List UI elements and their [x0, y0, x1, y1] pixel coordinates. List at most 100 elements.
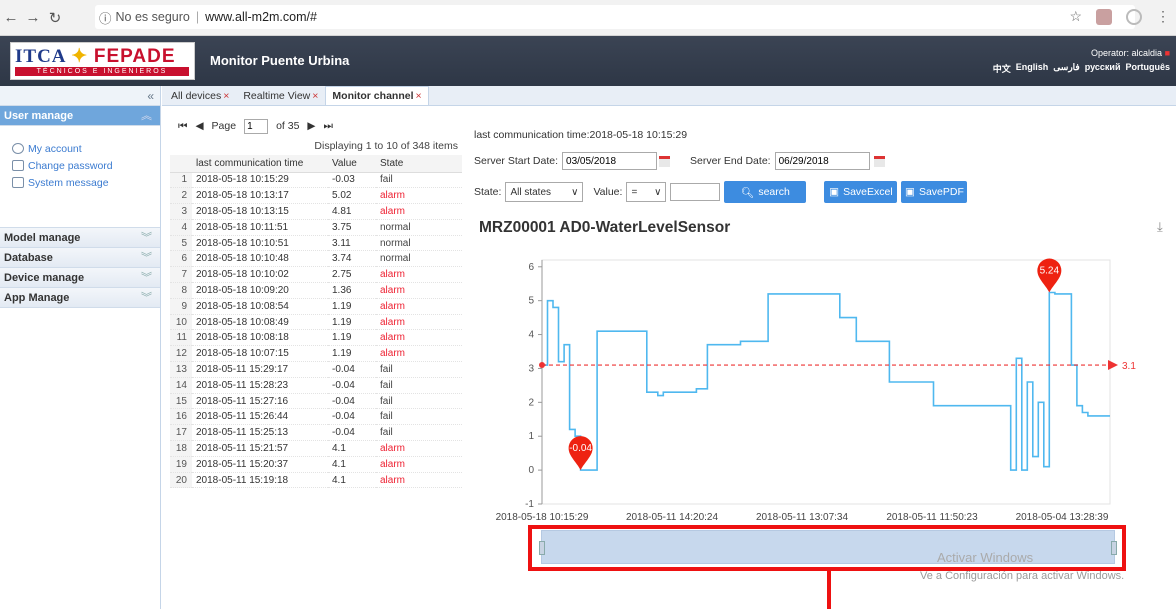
calendar-icon[interactable]: [659, 155, 671, 167]
cell-state: normal: [376, 235, 462, 252]
security-label: No es seguro: [115, 10, 190, 24]
menu-dots-icon[interactable]: ⋮: [1156, 8, 1170, 25]
row-number: 19: [170, 456, 192, 473]
y-tick-label: 3: [528, 363, 534, 374]
records-table: last communication time Value State 1 201…: [170, 155, 462, 489]
info-icon[interactable]: ⓘ: [99, 8, 112, 27]
table-row[interactable]: 7 2018-05-18 10:10:02 2.75 alarm: [170, 266, 462, 284]
page-input[interactable]: [244, 118, 269, 134]
cell-value: 3.75: [328, 219, 376, 236]
row-number: 15: [170, 393, 192, 410]
save-excel-button[interactable]: ▣ SaveExcel: [824, 181, 898, 203]
next-page-icon[interactable]: ▶: [307, 120, 315, 132]
panel-model-manage[interactable]: Model manage ︾: [0, 228, 160, 248]
profile-icon[interactable]: [1126, 8, 1142, 25]
table-row[interactable]: 10 2018-05-18 10:08:49 1.19 alarm: [170, 314, 462, 331]
table-row[interactable]: 11 2018-05-18 10:08:18 1.19 alarm: [170, 329, 462, 347]
menu-my-account[interactable]: My account: [12, 140, 160, 157]
tab-realtime-view[interactable]: Realtime View ×: [236, 86, 325, 105]
cell-time: 2018-05-18 10:10:51: [192, 235, 328, 252]
col-time-header[interactable]: last communication time: [192, 155, 328, 173]
search-button[interactable]: 🔍︎ search: [724, 181, 807, 203]
table-row[interactable]: 14 2018-05-11 15:28:23 -0.04 fail: [170, 377, 462, 394]
table-row[interactable]: 16 2018-05-11 15:26:44 -0.04 fail: [170, 408, 462, 426]
browser-toolbar: ← → ↻ ⓘ No es seguro | www.all-m2m.com/#…: [0, 0, 1176, 36]
start-date-input[interactable]: [562, 152, 658, 170]
table-row[interactable]: 2 2018-05-18 10:13:17 5.02 alarm: [170, 187, 462, 205]
col-state-header[interactable]: State: [376, 155, 462, 173]
table-row[interactable]: 12 2018-05-18 10:07:15 1.19 alarm: [170, 345, 462, 363]
lang-pt[interactable]: Português: [1125, 62, 1170, 75]
row-number: 18: [170, 440, 192, 457]
row-number: 4: [170, 219, 192, 236]
collapse-sidebar-button[interactable]: «: [0, 86, 160, 106]
value-operator-select[interactable]: = ∨: [626, 182, 667, 202]
last-page-icon[interactable]: ⏭: [324, 120, 333, 133]
panel-app-manage[interactable]: App Manage ︾: [0, 288, 160, 308]
address-bar[interactable]: ⓘ No es seguro | www.all-m2m.com/#: [95, 5, 1135, 29]
table-row[interactable]: 18 2018-05-11 15:21:57 4.1 alarm: [170, 440, 462, 457]
star-icon[interactable]: ☆: [1069, 8, 1082, 25]
panel-database[interactable]: Database ︾: [0, 248, 160, 268]
col-value-header[interactable]: Value: [328, 155, 376, 173]
tab-bar: All devices × Realtime View × Monitor chan…: [162, 86, 1176, 106]
table-row[interactable]: 8 2018-05-18 10:09:20 1.36 alarm: [170, 282, 462, 299]
forward-arrow-icon[interactable]: →: [22, 9, 44, 26]
table-row[interactable]: 17 2018-05-11 15:25:13 -0.04 fail: [170, 424, 462, 442]
back-arrow-icon[interactable]: ←: [0, 9, 22, 26]
table-row[interactable]: 3 2018-05-18 10:13:15 4.81 alarm: [170, 203, 462, 220]
chart-title: MRZ00001 AD0-WaterLevelSensor: [479, 219, 731, 236]
table-row[interactable]: 6 2018-05-18 10:10:48 3.74 normal: [170, 250, 462, 268]
cell-value: 2.75: [328, 266, 376, 284]
tab-all-devices[interactable]: All devices ×: [164, 86, 236, 105]
pager: ⏮ ◀ Page of 35 ▶ ⏭: [170, 115, 462, 137]
cell-value: 4.1: [328, 440, 376, 457]
cell-time: 2018-05-18 10:09:20: [192, 282, 328, 299]
value-input[interactable]: [670, 183, 721, 201]
panel-user-manage[interactable]: User manage ︽: [0, 106, 160, 126]
windows-watermark-sub: Ve a Configuración para activar Windows.: [920, 570, 1125, 582]
lang-fa[interactable]: فارسی: [1053, 62, 1079, 75]
panel-device-manage[interactable]: Device manage ︾: [0, 268, 160, 288]
table-row[interactable]: 20 2018-05-11 15:19:18 4.1 alarm: [170, 472, 462, 489]
save-pdf-button[interactable]: ▣ SavePDF: [901, 181, 968, 203]
annotation-arrow: [827, 571, 831, 609]
reload-icon[interactable]: ↻: [44, 9, 66, 27]
x-tick-label: 2018-05-11 14:20:24: [626, 512, 719, 523]
table-row[interactable]: 1 2018-05-18 10:15:29 -0.03 fail: [170, 172, 462, 189]
row-number: 7: [170, 266, 192, 284]
chevron-down-icon: ︾: [141, 272, 152, 284]
table-row[interactable]: 4 2018-05-18 10:11:51 3.75 normal: [170, 219, 462, 236]
menu-system-message[interactable]: System message: [12, 174, 160, 191]
state-select[interactable]: All states ∨: [505, 182, 584, 202]
download-icon[interactable]: ⤓: [1157, 219, 1163, 235]
table-row[interactable]: 19 2018-05-11 15:20:37 4.1 alarm: [170, 456, 462, 473]
extension-icon[interactable]: [1096, 8, 1112, 25]
row-number: 12: [170, 345, 192, 363]
plot-frame: [541, 259, 1111, 505]
close-icon: ×: [312, 90, 319, 102]
end-date-input[interactable]: [774, 152, 870, 170]
prev-page-icon[interactable]: ◀: [195, 120, 203, 132]
cell-time: 2018-05-11 15:25:13: [192, 424, 328, 442]
lang-en[interactable]: English: [1016, 62, 1049, 75]
calendar-icon[interactable]: [873, 155, 885, 167]
cell-state: alarm: [376, 298, 462, 315]
page-label: Page: [211, 120, 237, 132]
table-row[interactable]: 5 2018-05-18 10:10:51 3.11 normal: [170, 235, 462, 252]
cell-state: alarm: [376, 329, 462, 347]
lang-ru[interactable]: русский: [1085, 62, 1121, 75]
cell-time: 2018-05-18 10:10:48: [192, 250, 328, 268]
tab-monitor-channel[interactable]: Monitor channel ×: [325, 86, 429, 105]
message-icon: [12, 177, 24, 188]
cell-state: normal: [376, 219, 462, 236]
menu-change-password[interactable]: Change password: [12, 157, 160, 174]
url-text[interactable]: www.all-m2m.com/#: [205, 10, 317, 24]
table-row[interactable]: 9 2018-05-18 10:08:54 1.19 alarm: [170, 298, 462, 315]
first-page-icon[interactable]: ⏮: [178, 120, 187, 133]
cell-value: 1.19: [328, 314, 376, 331]
y-tick-label: 2: [528, 397, 534, 408]
table-row[interactable]: 13 2018-05-11 15:29:17 -0.04 fail: [170, 361, 462, 378]
table-row[interactable]: 15 2018-05-11 15:27:16 -0.04 fail: [170, 393, 462, 410]
lang-zh[interactable]: 中文: [993, 62, 1011, 75]
